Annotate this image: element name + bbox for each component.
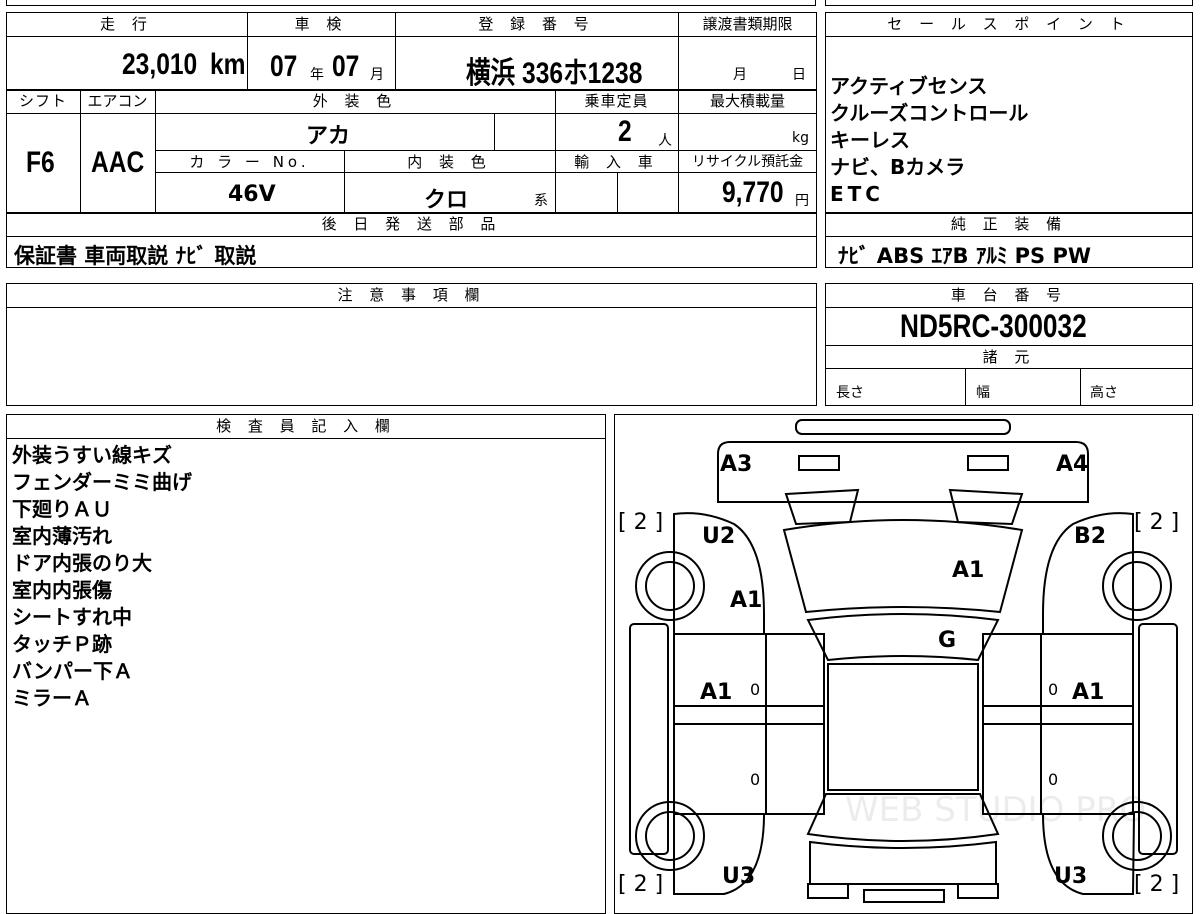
inspector-note: 室内薄汚れ: [12, 524, 112, 548]
damage-u3-left: U3: [722, 864, 756, 889]
top-cut-strip: [6, 0, 816, 6]
sales-point-item: クルーズコントロール: [830, 101, 1029, 125]
color-no-value: 46V: [228, 182, 276, 207]
tire-mark: [ 2 ]: [618, 872, 664, 897]
genuine-equipment-value: ﾅﾋﾞ ABS ｴｱB ｱﾙﾐ PS PW: [838, 244, 1092, 268]
sales-point-item: キーレス: [830, 128, 910, 152]
inspector-header: 検 査 員 記 入 欄: [216, 417, 396, 435]
exterior-value: アカ: [306, 124, 351, 149]
chassis-value: ND5RC-300032: [900, 308, 1087, 344]
spec-width: 幅: [976, 385, 990, 401]
sales-points-header: セ ー ル ス ポ イ ン ト: [887, 15, 1131, 33]
inspector-note: 室内内張傷: [12, 578, 112, 602]
spec-length: 長さ: [836, 385, 864, 401]
damage-u3-right: U3: [1054, 864, 1088, 889]
damage-a1-left-fender: A1: [730, 588, 763, 613]
import-header: 輸 入 車: [574, 153, 659, 171]
mileage-value: 23,010: [122, 48, 198, 81]
inspection-year-unit: 年: [310, 67, 324, 83]
damage-a1-right-door: A1: [1072, 680, 1105, 705]
sales-point-item: アクティブセンス: [830, 74, 988, 98]
inspection-header: 車 検: [294, 15, 348, 33]
sales-point-item: ナビ、Bカメラ: [830, 155, 966, 179]
registration-value: 横浜 336ホ1238: [466, 57, 643, 90]
capacity-value: 2: [618, 115, 632, 148]
recycle-value: 9,770: [722, 176, 784, 209]
spec-height: 高さ: [1090, 385, 1118, 401]
top-cut-strip-right: [825, 0, 1193, 6]
transfer-month-unit: 月: [733, 67, 747, 83]
door-zero: 0: [1048, 680, 1059, 699]
car-diagram: [629, 419, 1178, 903]
sales-points-list: アクティブセンス クルーズコントロール キーレス ナビ、Bカメラ ETC: [830, 73, 1028, 208]
shift-header: シフト: [18, 92, 67, 110]
inspector-note: ドア内張のり大: [12, 551, 152, 575]
inspection-month: 07: [332, 50, 360, 83]
genuine-equipment-header: 純 正 装 備: [950, 215, 1068, 233]
inspector-note: 外装うすい線キズ: [12, 443, 172, 467]
inspector-note: ミラーＡ: [12, 686, 92, 710]
inspector-list: 外装うすい線キズ フェンダーミミ曲げ 下廻りＡＵ 室内薄汚れ ドア内張のり大 室…: [12, 442, 192, 712]
mileage-header: 走 行: [100, 15, 153, 33]
later-parts-header: 後 日 発 送 部 品: [321, 215, 502, 233]
inspection-year: 07: [270, 50, 298, 83]
damage-g: G: [938, 628, 957, 653]
tire-mark: [ 2 ]: [1134, 510, 1180, 535]
inspector-note: シートすれ中: [12, 605, 132, 629]
color-no-header: カ ラ ー No.: [189, 153, 310, 171]
damage-a4: A4: [1056, 452, 1089, 477]
door-zero: 0: [750, 770, 761, 789]
tire-mark: [ 2 ]: [618, 510, 664, 535]
watermark: WEB STUDIO PRO: [845, 790, 1147, 830]
inspector-note: バンパー下Ａ: [12, 659, 133, 683]
interior-header: 内 装 色: [407, 153, 492, 171]
recycle-header: リサイクル預託金: [691, 154, 804, 170]
door-zero: 0: [1048, 770, 1059, 789]
tire-mark: [ 2 ]: [1134, 872, 1180, 897]
exterior-header: 外 装 色: [312, 92, 398, 110]
sales-point-item: ETC: [830, 182, 884, 206]
ac-value: AAC: [91, 146, 145, 179]
inspector-note: フェンダーミミ曲げ: [12, 470, 192, 494]
inspection-month-unit: 月: [370, 67, 384, 83]
capacity-unit: 人: [658, 133, 672, 149]
damage-a1-hood: A1: [952, 558, 985, 583]
inspector-note: タッチＰ跡: [12, 632, 112, 656]
capacity-header: 乗車定員: [584, 92, 649, 110]
registration-header: 登 録 番 号: [478, 15, 595, 33]
specs-header: 諸 元: [982, 348, 1036, 366]
damage-b2: B2: [1074, 524, 1107, 549]
maxload-header: 最大積載量: [709, 92, 785, 110]
recycle-unit: 円: [795, 193, 809, 209]
door-zero: 0: [750, 680, 761, 699]
ac-header: エアコン: [87, 92, 148, 110]
interior-unit: 系: [534, 193, 548, 209]
damage-a1-left-door: A1: [700, 680, 733, 705]
mileage-unit: km: [210, 48, 246, 81]
interior-value: クロ: [424, 188, 469, 213]
later-parts-value: 保証書 車両取説 ﾅﾋﾞ 取説: [14, 244, 257, 268]
notes-header: 注 意 事 項 欄: [337, 286, 486, 304]
transfer-header: 譲渡書類期限: [702, 15, 793, 33]
inspector-note: 下廻りＡＵ: [12, 497, 112, 521]
chassis-header: 車 台 番 号: [950, 286, 1068, 304]
shift-value: F6: [26, 146, 55, 179]
damage-u2: U2: [702, 524, 736, 549]
transfer-day-unit: 日: [792, 67, 806, 83]
maxload-unit: kg: [792, 130, 809, 146]
damage-a3: A3: [720, 452, 753, 477]
